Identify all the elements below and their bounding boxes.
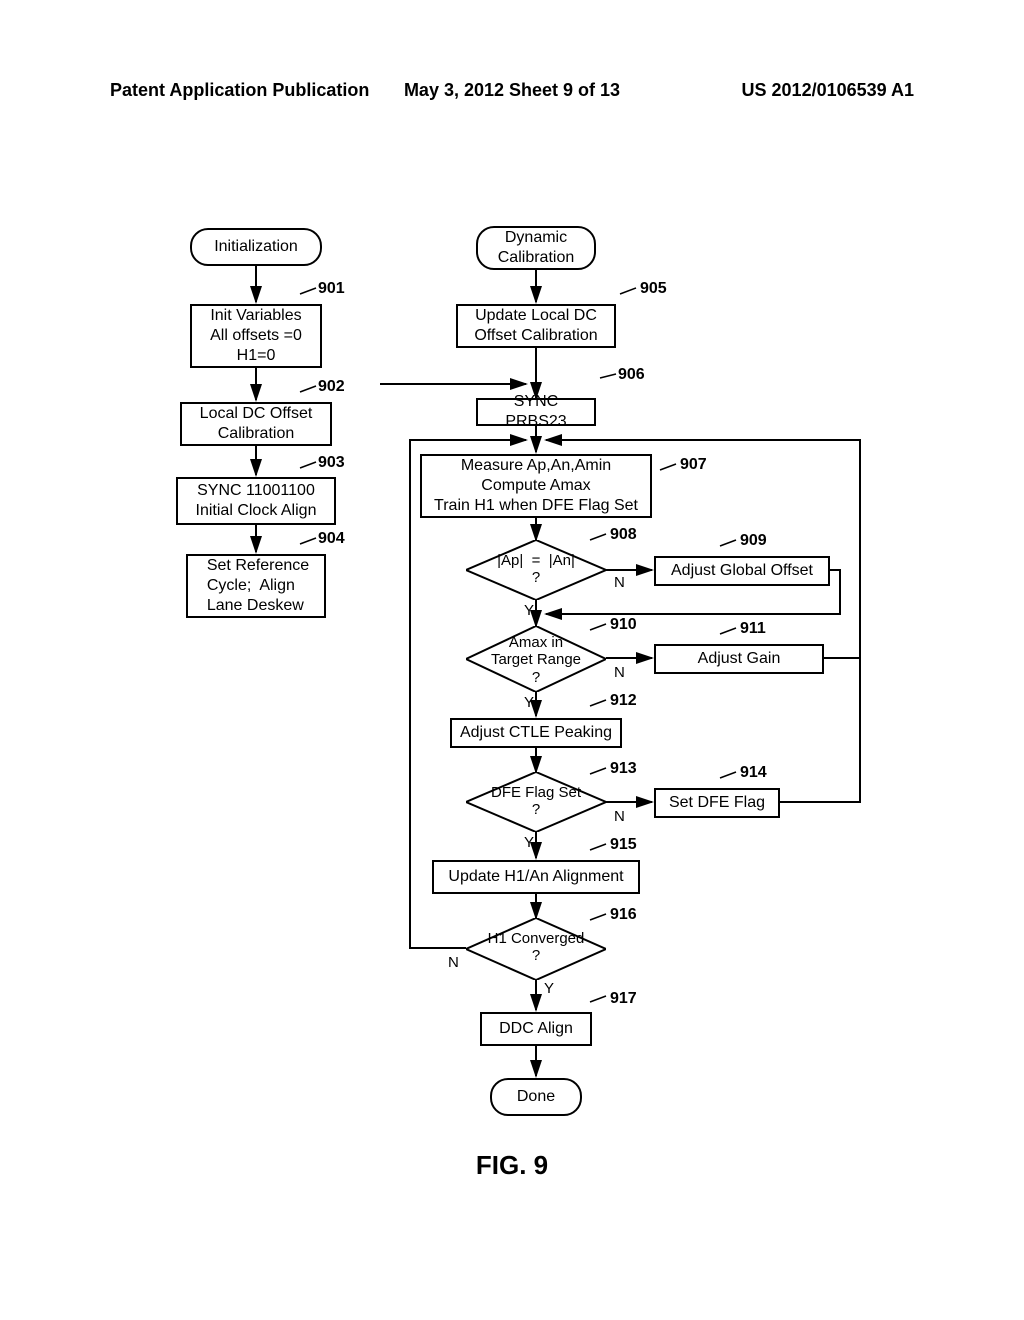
- decision-910-text: Amax in Target Range ?: [466, 634, 606, 686]
- start-initialization: Initialization: [190, 228, 322, 266]
- block-904: Set Reference Cycle; Align Lane Deskew: [186, 554, 326, 618]
- figure-caption: FIG. 9: [0, 1150, 1024, 1181]
- label-y-908: Y: [524, 602, 534, 619]
- block-905: Update Local DC Offset Calibration: [456, 304, 616, 348]
- label-915: 915: [610, 836, 637, 854]
- decision-913-text: DFE Flag Set ?: [466, 784, 606, 819]
- block-912: Adjust CTLE Peaking: [450, 718, 622, 748]
- label-905: 905: [640, 280, 667, 298]
- block-917: DDC Align: [480, 1012, 592, 1046]
- block-902: Local DC Offset Calibration: [180, 402, 332, 446]
- terminal-done: Done: [490, 1078, 582, 1116]
- decision-916-text: H1 Converged ?: [466, 930, 606, 965]
- page: Patent Application Publication May 3, 20…: [0, 0, 1024, 1320]
- label-906: 906: [618, 366, 645, 384]
- label-908: 908: [610, 526, 637, 544]
- label-n-913: N: [614, 808, 625, 825]
- label-913: 913: [610, 760, 637, 778]
- diagram-canvas: Initialization Init Variables All offset…: [0, 0, 1024, 1320]
- block-903: SYNC 11001100 Initial Clock Align: [176, 477, 336, 525]
- label-903: 903: [318, 454, 345, 472]
- label-910: 910: [610, 616, 637, 634]
- decision-908-text: |Ap| = |An| ?: [466, 552, 606, 587]
- label-909: 909: [740, 532, 767, 550]
- label-902: 902: [318, 378, 345, 396]
- label-912: 912: [610, 692, 637, 710]
- label-y-916: Y: [544, 980, 554, 997]
- label-917: 917: [610, 990, 637, 1008]
- label-911: 911: [740, 620, 766, 638]
- label-907: 907: [680, 456, 707, 474]
- block-915: Update H1/An Alignment: [432, 860, 640, 894]
- label-y-910: Y: [524, 694, 534, 711]
- label-916: 916: [610, 906, 637, 924]
- label-n-910: N: [614, 664, 625, 681]
- label-904: 904: [318, 530, 345, 548]
- start-dynamic-calibration: Dynamic Calibration: [476, 226, 596, 270]
- label-y-913: Y: [524, 834, 534, 851]
- block-906: SYNC PRBS23: [476, 398, 596, 426]
- label-n-908: N: [614, 574, 625, 591]
- block-914: Set DFE Flag: [654, 788, 780, 818]
- label-901: 901: [318, 280, 345, 298]
- block-907: Measure Ap,An,Amin Compute Amax Train H1…: [420, 454, 652, 518]
- label-n-916: N: [448, 954, 459, 971]
- block-901: Init Variables All offsets =0 H1=0: [190, 304, 322, 368]
- block-909: Adjust Global Offset: [654, 556, 830, 586]
- block-911: Adjust Gain: [654, 644, 824, 674]
- label-914: 914: [740, 764, 767, 782]
